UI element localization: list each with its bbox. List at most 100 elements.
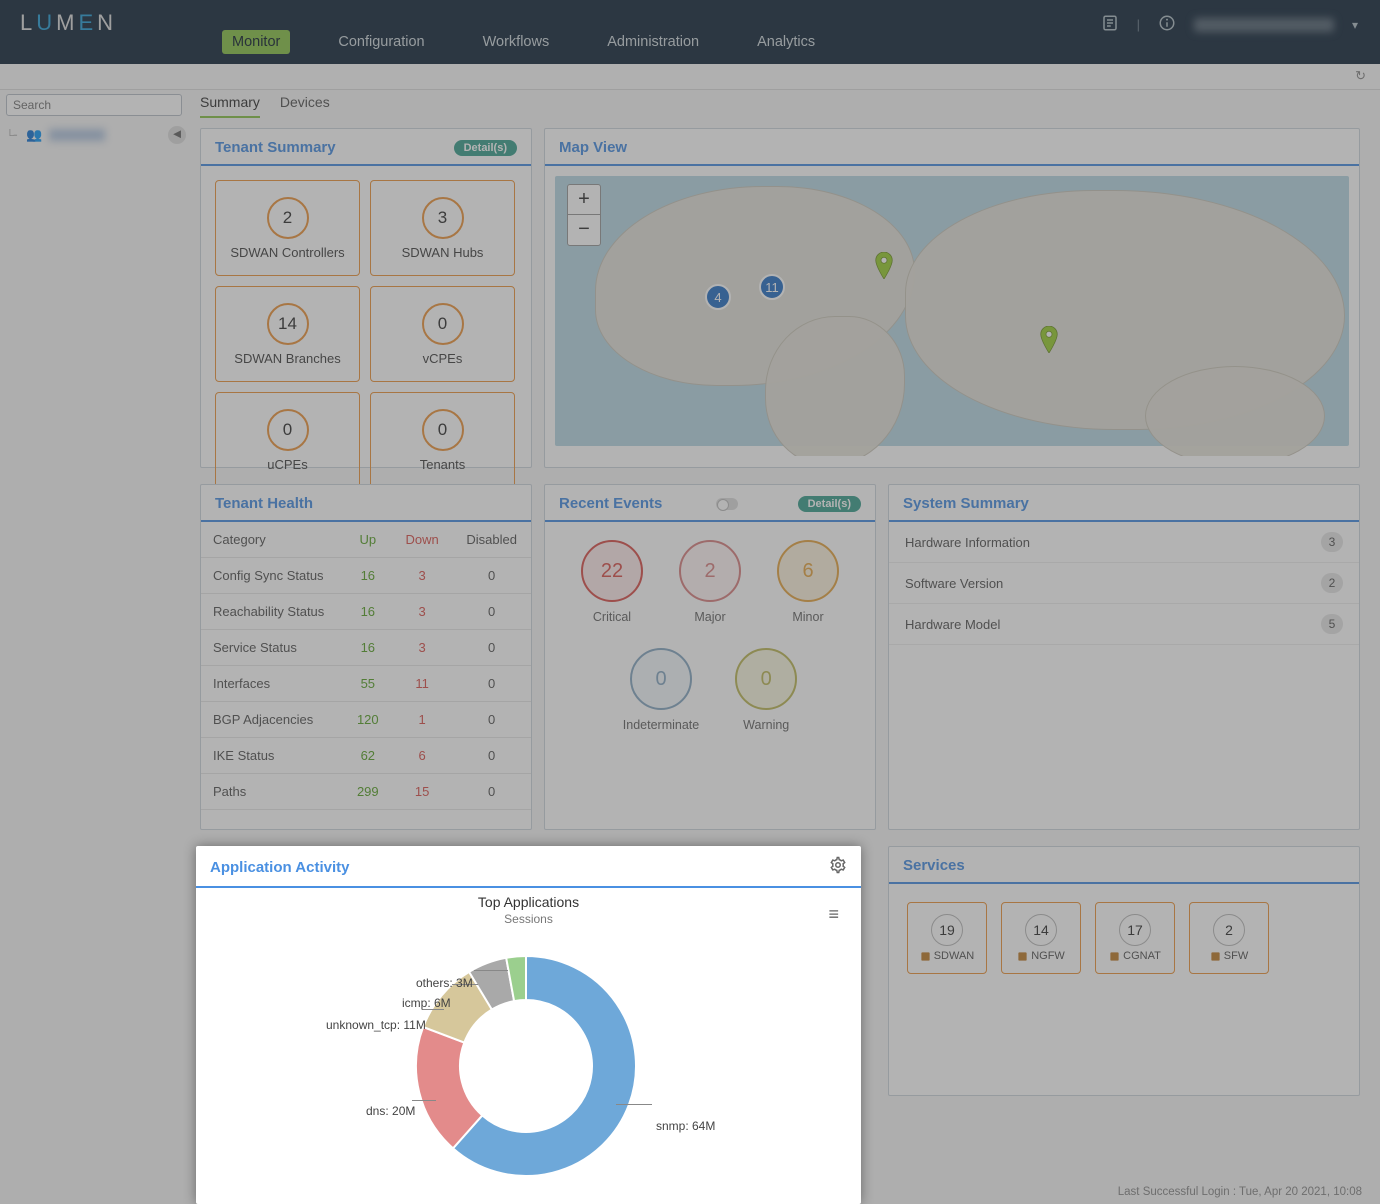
event-label: Critical (581, 610, 643, 624)
tile-value: 0 (422, 409, 464, 451)
system-count: 2 (1321, 573, 1343, 593)
chart-menu-icon[interactable]: ≡ (828, 904, 839, 925)
app-activity-title: Application Activity (210, 859, 349, 876)
system-row[interactable]: Hardware Model 5 (889, 604, 1359, 645)
th-cat: Service Status (201, 630, 344, 666)
refresh-icon[interactable]: ↻ (1355, 68, 1366, 84)
tile-value: 2 (267, 197, 309, 239)
th-up-val[interactable]: 55 (344, 666, 392, 702)
service-label: SFW (1210, 950, 1248, 962)
tenant-summary-details[interactable]: Detail(s) (454, 140, 517, 156)
th-dis-val: 0 (452, 774, 531, 810)
tile-label: SDWAN Controllers (230, 245, 344, 260)
system-count: 5 (1321, 614, 1343, 634)
donut-label: unknown_tcp: 11M (326, 1018, 426, 1032)
event-stat[interactable]: 22 Critical (581, 540, 643, 624)
tile-label: SDWAN Hubs (402, 245, 484, 260)
tenant-tile[interactable]: 2 SDWAN Controllers (215, 180, 360, 276)
event-stat[interactable]: 0 Indeterminate (623, 648, 699, 732)
event-stat[interactable]: 2 Major (679, 540, 741, 624)
tile-label: Tenants (420, 457, 466, 472)
th-down-val[interactable]: 1 (392, 702, 452, 738)
chevron-down-icon[interactable]: ▾ (1352, 18, 1358, 32)
event-stat[interactable]: 6 Minor (777, 540, 839, 624)
th-up-val[interactable]: 299 (344, 774, 392, 810)
service-count: 17 (1119, 914, 1151, 946)
th-down-val[interactable]: 3 (392, 558, 452, 594)
subtab-devices[interactable]: Devices (280, 94, 330, 118)
gear-icon[interactable] (829, 856, 847, 878)
table-row: BGP Adjacencies 120 1 0 (201, 702, 531, 738)
search-input[interactable] (6, 94, 182, 116)
service-tile[interactable]: 19 SDWAN (907, 902, 987, 974)
service-label: CGNAT (1109, 950, 1161, 962)
th-dis-val: 0 (452, 630, 531, 666)
service-tile[interactable]: 14 NGFW (1001, 902, 1081, 974)
th-down-val[interactable]: 3 (392, 594, 452, 630)
service-tile[interactable]: 2 SFW (1189, 902, 1269, 974)
table-row: Reachability Status 16 3 0 (201, 594, 531, 630)
th-up: Up (344, 522, 392, 558)
th-down-val[interactable]: 3 (392, 630, 452, 666)
brand-logo: LUMEN (20, 10, 117, 36)
tenant-tile[interactable]: 0 uCPEs (215, 392, 360, 488)
th-down-val[interactable]: 15 (392, 774, 452, 810)
user-menu[interactable] (1194, 18, 1334, 32)
event-label: Indeterminate (623, 718, 699, 732)
th-up-val[interactable]: 16 (344, 594, 392, 630)
event-label: Minor (777, 610, 839, 624)
system-row[interactable]: Software Version 2 (889, 563, 1359, 604)
world-map[interactable]: + − 4 11 (545, 166, 1359, 456)
event-count: 22 (581, 540, 643, 602)
application-activity-panel: Application Activity Top Applications Se… (196, 846, 861, 1204)
recent-events-toggle[interactable] (716, 498, 738, 510)
tree-root-item[interactable]: └╴ 👥 ◄ (6, 126, 186, 144)
tree-expand-icon[interactable]: ◄ (168, 126, 186, 144)
donut-label: dns: 20M (366, 1104, 415, 1118)
tenant-tile[interactable]: 0 Tenants (370, 392, 515, 488)
system-count: 3 (1321, 532, 1343, 552)
service-count: 14 (1025, 914, 1057, 946)
map-cluster-pin[interactable]: 4 (705, 284, 731, 310)
event-label: Major (679, 610, 741, 624)
nav-analytics[interactable]: Analytics (747, 30, 825, 54)
map-marker-icon[interactable] (1040, 326, 1058, 352)
th-up-val[interactable]: 62 (344, 738, 392, 774)
nav-administration[interactable]: Administration (597, 30, 709, 54)
map-marker-icon[interactable] (875, 252, 893, 278)
th-up-val[interactable]: 16 (344, 630, 392, 666)
map-zoom-out[interactable]: − (568, 215, 600, 245)
th-dis-val: 0 (452, 666, 531, 702)
th-up-val[interactable]: 120 (344, 702, 392, 738)
service-count: 2 (1213, 914, 1245, 946)
map-zoom-in[interactable]: + (568, 185, 600, 215)
th-down-val[interactable]: 11 (392, 666, 452, 702)
th-cat: Config Sync Status (201, 558, 344, 594)
event-stat[interactable]: 0 Warning (735, 648, 797, 732)
org-icon: 👥 (26, 127, 42, 143)
tenant-tile[interactable]: 3 SDWAN Hubs (370, 180, 515, 276)
system-row[interactable]: Hardware Information 3 (889, 522, 1359, 563)
tenant-tile[interactable]: 0 vCPEs (370, 286, 515, 382)
nav-configuration[interactable]: Configuration (328, 30, 434, 54)
subtab-summary[interactable]: Summary (200, 94, 260, 118)
table-row: IKE Status 62 6 0 (201, 738, 531, 774)
th-dis-val: 0 (452, 558, 531, 594)
tenant-tile[interactable]: 14 SDWAN Branches (215, 286, 360, 382)
recent-events-title: Recent Events (559, 495, 662, 512)
tenant-summary-title: Tenant Summary (215, 139, 336, 156)
th-up-val[interactable]: 16 (344, 558, 392, 594)
notes-icon[interactable] (1101, 14, 1119, 35)
system-label: Hardware Information (905, 535, 1030, 550)
info-icon[interactable] (1158, 14, 1176, 35)
nav-workflows[interactable]: Workflows (473, 30, 560, 54)
th-cat: BGP Adjacencies (201, 702, 344, 738)
map-cluster-pin[interactable]: 11 (759, 274, 785, 300)
th-down-val[interactable]: 6 (392, 738, 452, 774)
nav-monitor[interactable]: Monitor (222, 30, 290, 54)
service-tile[interactable]: 17 CGNAT (1095, 902, 1175, 974)
recent-events-details[interactable]: Detail(s) (798, 496, 861, 512)
system-summary-title: System Summary (903, 495, 1029, 512)
event-count: 2 (679, 540, 741, 602)
table-row: Config Sync Status 16 3 0 (201, 558, 531, 594)
